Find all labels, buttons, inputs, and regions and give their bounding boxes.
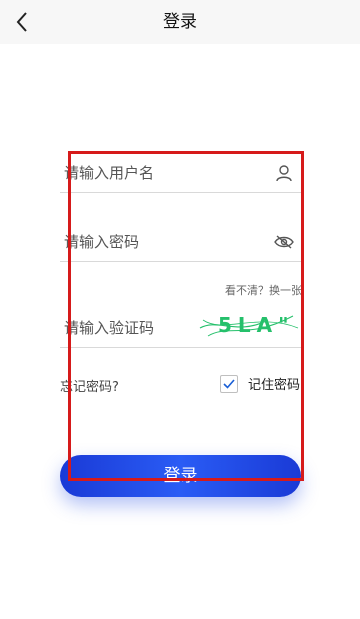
forgot-password-link[interactable]: 忘记密码?: [60, 376, 119, 395]
remember-label: 记住密码: [247, 378, 300, 393]
checkmark-icon: [223, 378, 235, 389]
user-icon: [273, 162, 295, 184]
login-button[interactable]: 登录: [60, 455, 301, 497]
username-field[interactable]: 请输入用户名: [60, 156, 301, 193]
captcha-text: 5LA": [218, 313, 295, 337]
password-field[interactable]: 请输入密码: [60, 225, 301, 262]
captcha-refresh-link[interactable]: 看不清？换一张: [225, 282, 302, 298]
page-title: 登录: [163, 12, 197, 32]
eye-hidden-icon[interactable]: [273, 231, 295, 253]
username-placeholder: 请输入用户名: [64, 164, 155, 182]
captcha-placeholder: 请输入验证码: [64, 319, 155, 337]
password-placeholder: 请输入密码: [64, 233, 140, 251]
captcha-image[interactable]: 5LA": [198, 306, 302, 344]
top-bar: 登录: [0, 0, 360, 44]
remember-password-toggle[interactable]: 记住密码: [219, 374, 300, 393]
remember-checkbox[interactable]: [219, 374, 238, 393]
